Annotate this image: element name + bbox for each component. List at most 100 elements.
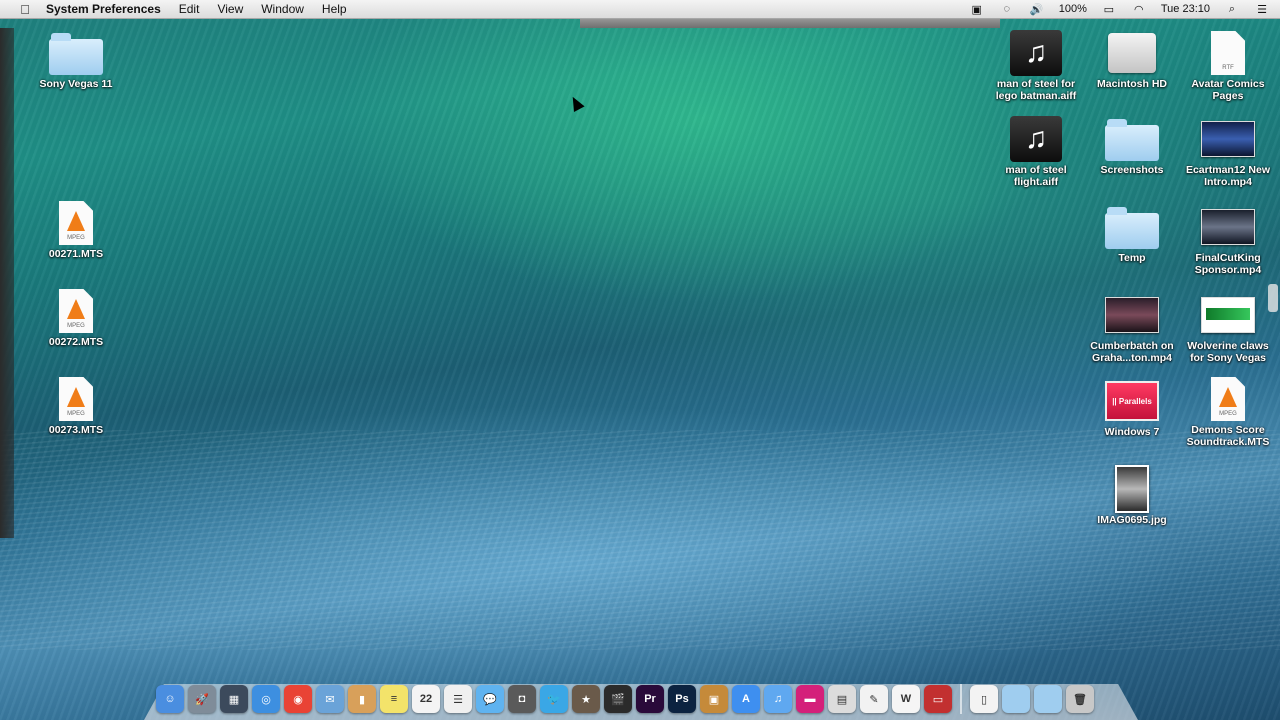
spotlight-search-icon[interactable]: ⌕: [1224, 3, 1240, 15]
mission-control-icon[interactable]: ▦: [220, 685, 248, 713]
apple-menu-icon[interactable]: : [16, 0, 34, 18]
volume-icon[interactable]: 🔊: [1029, 3, 1045, 16]
desktop-item-label: Ecartman12 New Intro.mp4: [1185, 164, 1271, 188]
desktop-item-finalcutking[interactable]: FinalCutKing Sponsor.mp4: [1180, 204, 1276, 276]
desktop-item-screenshots[interactable]: Screenshots: [1084, 116, 1180, 176]
dock-separator: [960, 684, 962, 714]
desktop-item-label: Sony Vegas 11: [39, 78, 113, 90]
desktop-item-demons-score[interactable]: MPEG Demons Score Soundtrack.MTS: [1180, 376, 1276, 448]
window-titlebar-strip[interactable]: [580, 18, 1000, 28]
desktop-item-windows-7[interactable]: || Parallels Windows 7: [1084, 378, 1180, 438]
photoshop-icon[interactable]: Ps: [668, 685, 696, 713]
hard-drive-icon: [1108, 33, 1156, 73]
finder-icon[interactable]: ☺: [156, 685, 184, 713]
final-cut-icon[interactable]: 🎬: [604, 685, 632, 713]
time-machine-icon[interactable]: ◌: [999, 3, 1015, 15]
notification-center-icon[interactable]: ☰: [1254, 3, 1270, 16]
reminders-icon[interactable]: ☰: [444, 685, 472, 713]
desktop-item-sony-vegas-11[interactable]: Sony Vegas 11: [28, 30, 124, 90]
desktop-item-man-of-steel-flight[interactable]: ♫ man of steel flight.aiff: [988, 116, 1084, 188]
screen-record-icon[interactable]: ▣: [969, 3, 985, 16]
safari-icon[interactable]: ◎: [252, 685, 280, 713]
vlc-cone-icon: [1219, 387, 1237, 407]
photo-booth-icon[interactable]: ▭: [924, 685, 952, 713]
messages-icon[interactable]: 💬: [476, 685, 504, 713]
itunes-icon[interactable]: ♫: [764, 685, 792, 713]
textedit-icon[interactable]: ✎: [860, 685, 888, 713]
video-thumbnail-icon: [1201, 121, 1255, 157]
vlc-file-icon: MPEG: [59, 289, 93, 333]
twitter-icon[interactable]: 🐦: [540, 685, 568, 713]
facetime-icon[interactable]: ◘: [508, 685, 536, 713]
desktop-item-00271-mts[interactable]: MPEG 00271.MTS: [28, 200, 124, 260]
desktop-item-label: Demons Score Soundtrack.MTS: [1186, 424, 1270, 448]
image-file-icon: [1115, 465, 1149, 513]
video-thumbnail-icon: [1201, 209, 1255, 245]
vlc-cone-icon: [67, 387, 85, 407]
desktop-item-man-of-steel-lego[interactable]: ♫ man of steel for lego batman.aiff: [988, 30, 1084, 102]
desktop-item-imag0695[interactable]: IMAG0695.jpg: [1084, 465, 1180, 526]
video-thumbnail-icon: [1105, 297, 1159, 333]
rtf-file-icon: RTF: [1211, 31, 1245, 75]
writer-icon[interactable]: W: [892, 685, 920, 713]
launchpad-icon[interactable]: 🚀: [188, 685, 216, 713]
window-edge-shadow: [0, 28, 14, 538]
desktop-item-label: man of steel flight.aiff: [1005, 164, 1067, 188]
desktop-item-label: Macintosh HD: [1096, 78, 1167, 90]
desktop-item-label: Screenshots: [1100, 164, 1164, 176]
trash-icon[interactable]: 🗑: [1066, 685, 1094, 713]
desktop-item-label: Temp: [1118, 252, 1146, 264]
menu-view[interactable]: View: [217, 2, 243, 16]
desktop-item-label: IMAG0695.jpg: [1097, 514, 1167, 526]
menu-edit[interactable]: Edit: [179, 2, 200, 16]
wallpaper-foam: [0, 430, 1280, 650]
wifi-icon[interactable]: ◠: [1131, 3, 1147, 16]
folder-icon: [49, 33, 103, 75]
menubar-clock[interactable]: Tue 23:10: [1161, 3, 1210, 15]
desktop-item-label: 00272.MTS: [48, 336, 104, 348]
desktop-item-00273-mts[interactable]: MPEG 00273.MTS: [28, 376, 124, 436]
premiere-icon[interactable]: Pr: [636, 685, 664, 713]
video-thumbnail-icon: [1201, 297, 1255, 333]
folder-icon: [1105, 119, 1159, 161]
desktop-item-macintosh-hd[interactable]: Macintosh HD: [1084, 30, 1180, 90]
desktop-item-label: Avatar Comics Pages: [1191, 78, 1265, 102]
desktop-item-wolverine-claws[interactable]: Wolverine claws for Sony Vegas: [1180, 292, 1276, 364]
parallels-icon: || Parallels: [1105, 381, 1159, 421]
notes-icon[interactable]: ≡: [380, 685, 408, 713]
music-file-icon: ♫: [1010, 116, 1062, 162]
dock: ☺ 🚀 ▦ ◎ ◉ ✉ ▮ ≡ 22 ☰ 💬 ◘ 🐦 ★ 🎬 Pr Ps ▣ A ♫ ▬ ▤ ✎ W ▭ ▯ 🗑: [156, 684, 1094, 714]
contacts-icon[interactable]: ▮: [348, 685, 376, 713]
desktop-item-label: 00271.MTS: [48, 248, 104, 260]
music-file-icon: ♫: [1010, 30, 1062, 76]
vlc-cone-icon: [67, 211, 85, 231]
chrome-icon[interactable]: ◉: [284, 685, 312, 713]
battery-icon[interactable]: ▭: [1101, 3, 1117, 16]
desktop-item-label: Windows 7: [1104, 426, 1160, 438]
preview-icon[interactable]: ▤: [828, 685, 856, 713]
menu-app-name[interactable]: System Preferences: [46, 2, 161, 16]
menu-bar:  System Preferences Edit View Window He…: [0, 0, 1280, 19]
desktop-item-cumberbatch[interactable]: Cumberbatch on Graha...ton.mp4: [1084, 292, 1180, 364]
mail-icon[interactable]: ✉: [316, 685, 344, 713]
menu-help[interactable]: Help: [322, 2, 347, 16]
desktop-item-00272-mts[interactable]: MPEG 00272.MTS: [28, 288, 124, 348]
vlc-file-icon: MPEG: [1211, 377, 1245, 421]
desktop-item-avatar-comics[interactable]: RTF Avatar Comics Pages: [1180, 30, 1276, 102]
parallels-dock-icon[interactable]: ▬: [796, 685, 824, 713]
desktop-item-label: man of steel for lego batman.aiff: [995, 78, 1077, 102]
menu-window[interactable]: Window: [261, 2, 304, 16]
battery-percent[interactable]: 100%: [1059, 3, 1087, 15]
vlc-file-icon: MPEG: [59, 201, 93, 245]
imovie-icon[interactable]: ★: [572, 685, 600, 713]
desktop-item-ecartman12[interactable]: Ecartman12 New Intro.mp4: [1180, 116, 1276, 188]
desktop-item-label: Cumberbatch on Graha...ton.mp4: [1090, 340, 1174, 364]
iphoto-icon[interactable]: ▣: [700, 685, 728, 713]
status-area: ▣ ◌ 🔊 100% ▭ ◠ Tue 23:10 ⌕ ☰: [969, 0, 1270, 18]
documents-stack-icon[interactable]: ▯: [970, 685, 998, 713]
app-store-icon[interactable]: A: [732, 685, 760, 713]
downloads-stack-icon[interactable]: [1034, 685, 1062, 713]
calendar-icon[interactable]: 22: [412, 685, 440, 713]
applications-stack-icon[interactable]: [1002, 685, 1030, 713]
desktop-item-temp[interactable]: Temp: [1084, 204, 1180, 264]
